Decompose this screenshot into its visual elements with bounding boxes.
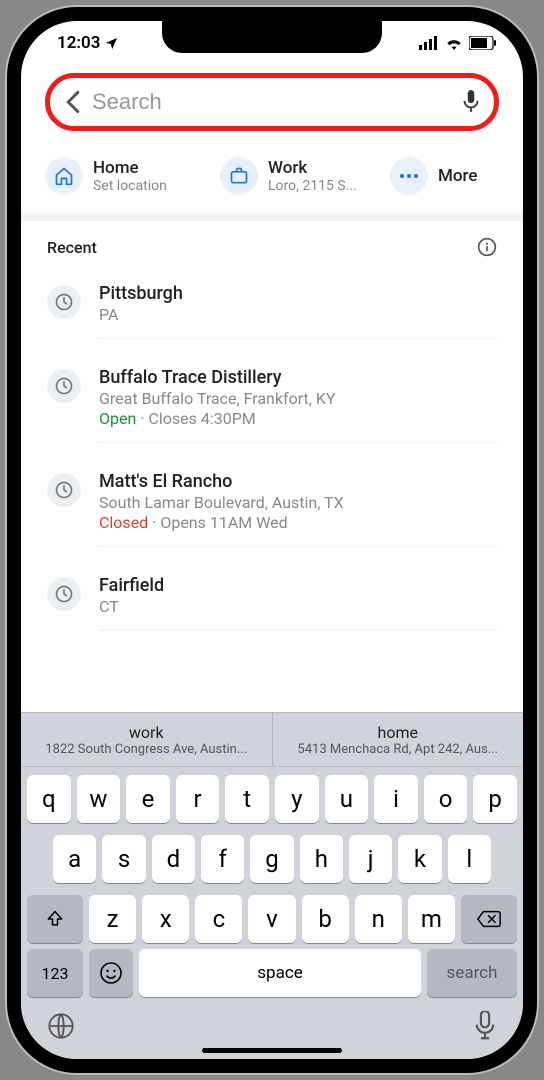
keyboard-row-3: zxcvbnm bbox=[27, 895, 517, 943]
prediction-title: home bbox=[378, 723, 418, 742]
search-bar[interactable] bbox=[45, 73, 499, 131]
key-q[interactable]: q bbox=[27, 775, 71, 823]
keyboard: work 1822 South Congress Ave, Austin... … bbox=[21, 712, 523, 1059]
prediction-sub: 1822 South Congress Ave, Austin... bbox=[45, 742, 247, 757]
item-status: Closed · Opens 11AM Wed bbox=[99, 513, 497, 532]
shortcut-home[interactable]: Home Set location bbox=[39, 153, 204, 199]
prediction-sub: 5413 Menchaca Rd, Apt 242, Aus... bbox=[297, 742, 498, 757]
prediction-work[interactable]: work 1822 South Congress Ave, Austin... bbox=[21, 713, 273, 766]
key-l[interactable]: l bbox=[448, 835, 491, 883]
section-divider bbox=[21, 213, 523, 221]
list-item[interactable]: Matt's El RanchoSouth Lamar Boulevard, A… bbox=[21, 457, 523, 561]
shortcut-more[interactable]: More bbox=[384, 153, 483, 199]
key-w[interactable]: w bbox=[77, 775, 121, 823]
phone-frame: 12:03 Home Set location bbox=[7, 7, 537, 1073]
key-s[interactable]: s bbox=[102, 835, 145, 883]
key-shift[interactable] bbox=[27, 895, 83, 943]
key-d[interactable]: d bbox=[152, 835, 195, 883]
recent-title: Recent bbox=[47, 238, 97, 257]
globe-icon[interactable] bbox=[47, 1012, 75, 1040]
location-arrow-icon bbox=[104, 36, 119, 51]
shortcut-work[interactable]: Work Loro, 2115 S... bbox=[214, 153, 374, 199]
shortcut-more-title: More bbox=[438, 166, 477, 186]
battery-icon bbox=[469, 36, 497, 50]
key-z[interactable]: z bbox=[89, 895, 136, 943]
key-m[interactable]: m bbox=[408, 895, 455, 943]
key-delete[interactable] bbox=[461, 895, 517, 943]
list-item[interactable]: PittsburghPA bbox=[21, 269, 523, 353]
dictation-icon[interactable] bbox=[473, 1011, 497, 1041]
key-search[interactable]: search bbox=[427, 949, 517, 997]
clock-icon bbox=[47, 577, 81, 611]
key-g[interactable]: g bbox=[250, 835, 293, 883]
shortcut-work-sub: Loro, 2115 S... bbox=[268, 178, 357, 194]
item-sub: CT bbox=[99, 597, 497, 616]
key-x[interactable]: x bbox=[142, 895, 189, 943]
home-indicator[interactable] bbox=[202, 1048, 342, 1053]
notch bbox=[162, 21, 382, 53]
keyboard-row-1: qwertyuiop bbox=[27, 775, 517, 823]
item-sub: South Lamar Boulevard, Austin, TX bbox=[99, 493, 497, 512]
item-sub: PA bbox=[99, 305, 497, 324]
list-item[interactable]: Buffalo Trace DistilleryGreat Buffalo Tr… bbox=[21, 353, 523, 457]
list-item[interactable]: FairfieldCT bbox=[21, 561, 523, 645]
clock-icon bbox=[47, 473, 81, 507]
backspace-icon bbox=[476, 909, 502, 929]
shift-icon bbox=[45, 909, 65, 929]
back-icon[interactable] bbox=[64, 90, 82, 114]
key-a[interactable]: a bbox=[53, 835, 96, 883]
key-i[interactable]: i bbox=[374, 775, 418, 823]
key-u[interactable]: u bbox=[325, 775, 369, 823]
emoji-icon bbox=[99, 961, 123, 985]
more-icon bbox=[390, 157, 428, 195]
keyboard-row-2: asdfghjkl bbox=[27, 835, 517, 883]
key-c[interactable]: c bbox=[195, 895, 242, 943]
key-r[interactable]: r bbox=[176, 775, 220, 823]
prediction-bar: work 1822 South Congress Ave, Austin... … bbox=[21, 713, 523, 767]
key-y[interactable]: y bbox=[275, 775, 319, 823]
home-icon bbox=[45, 157, 83, 195]
item-status: Open · Closes 4:30PM bbox=[99, 409, 497, 428]
prediction-home[interactable]: home 5413 Menchaca Rd, Apt 242, Aus... bbox=[273, 713, 524, 766]
key-f[interactable]: f bbox=[201, 835, 244, 883]
key-o[interactable]: o bbox=[424, 775, 468, 823]
cellular-icon bbox=[419, 36, 439, 50]
status-time: 12:03 bbox=[57, 33, 100, 53]
shortcut-home-sub: Set location bbox=[93, 178, 167, 194]
key-numbers[interactable]: 123 bbox=[27, 949, 83, 997]
microphone-icon[interactable] bbox=[462, 90, 480, 114]
shortcuts-row: Home Set location Work Loro, 2115 S... M… bbox=[21, 145, 523, 213]
search-input[interactable] bbox=[92, 89, 452, 115]
item-title: Fairfield bbox=[99, 575, 497, 596]
key-p[interactable]: p bbox=[473, 775, 517, 823]
recent-list: PittsburghPABuffalo Trace DistilleryGrea… bbox=[21, 269, 523, 645]
key-k[interactable]: k bbox=[398, 835, 441, 883]
key-e[interactable]: e bbox=[126, 775, 170, 823]
wifi-icon bbox=[445, 36, 463, 50]
recent-header: Recent bbox=[21, 221, 523, 269]
clock-icon bbox=[47, 285, 81, 319]
key-j[interactable]: j bbox=[349, 835, 392, 883]
shortcut-home-title: Home bbox=[93, 158, 167, 178]
key-emoji[interactable] bbox=[89, 949, 133, 997]
info-icon[interactable] bbox=[477, 237, 497, 257]
item-sub: Great Buffalo Trace, Frankfort, KY bbox=[99, 389, 497, 408]
key-h[interactable]: h bbox=[300, 835, 343, 883]
keyboard-row-bottom: 123 space search bbox=[21, 949, 523, 1003]
key-space[interactable]: space bbox=[139, 949, 421, 997]
item-title: Buffalo Trace Distillery bbox=[99, 367, 497, 388]
key-t[interactable]: t bbox=[225, 775, 269, 823]
item-title: Pittsburgh bbox=[99, 283, 497, 304]
briefcase-icon bbox=[220, 157, 258, 195]
prediction-title: work bbox=[129, 723, 164, 742]
clock-icon bbox=[47, 369, 81, 403]
key-v[interactable]: v bbox=[248, 895, 295, 943]
shortcut-work-title: Work bbox=[268, 158, 357, 178]
item-title: Matt's El Rancho bbox=[99, 471, 497, 492]
key-b[interactable]: b bbox=[302, 895, 349, 943]
key-n[interactable]: n bbox=[355, 895, 402, 943]
